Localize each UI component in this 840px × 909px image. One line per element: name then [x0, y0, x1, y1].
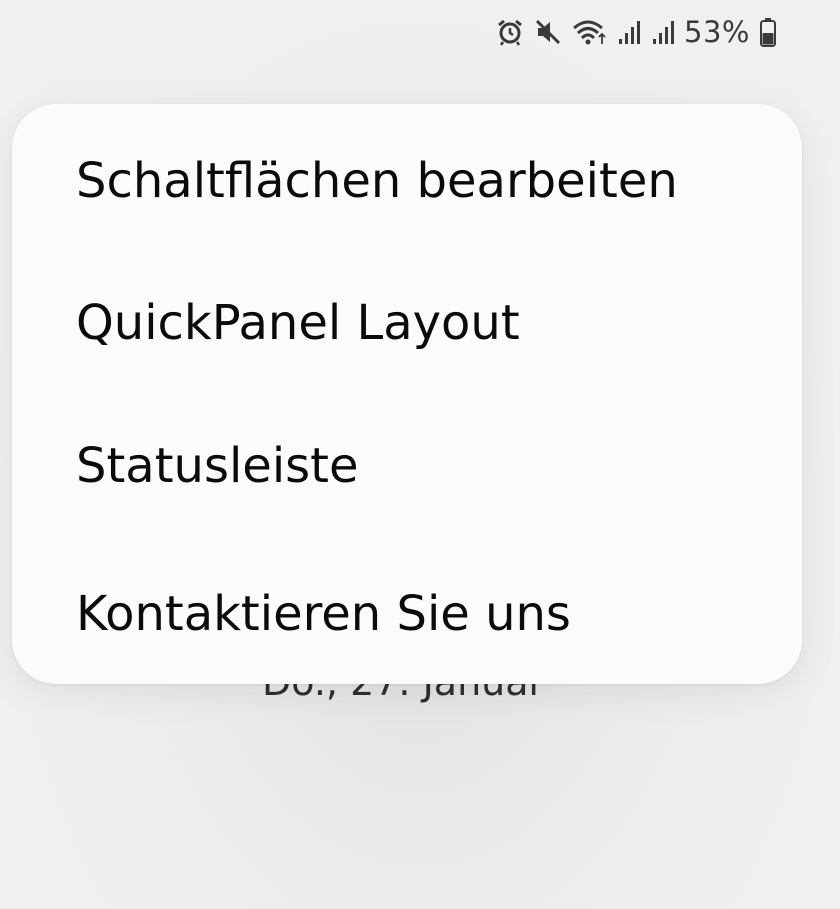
menu-item-edit-buttons[interactable]: Schaltflächen bearbeiten — [12, 116, 802, 246]
status-icons: 53% — [496, 14, 776, 50]
overflow-menu: Schaltflächen bearbeiten QuickPanel Layo… — [12, 104, 802, 684]
menu-item-label: Schaltflächen bearbeiten — [76, 153, 678, 209]
wifi-icon — [572, 18, 608, 46]
battery-percentage: 53% — [684, 15, 750, 49]
battery-icon — [760, 17, 776, 47]
signal-icon — [652, 19, 676, 45]
menu-item-label: Statusleiste — [76, 438, 359, 494]
signal-icon — [618, 19, 642, 45]
menu-item-contact-us[interactable]: Kontaktieren Sie uns — [12, 549, 802, 679]
status-bar: 53% — [0, 0, 840, 64]
menu-item-label: QuickPanel Layout — [76, 295, 520, 351]
alarm-icon — [496, 18, 524, 46]
menu-item-label: Kontaktieren Sie uns — [76, 586, 571, 642]
menu-item-status-bar[interactable]: Statusleiste — [12, 401, 802, 531]
mute-icon — [534, 18, 562, 46]
menu-item-quickpanel-layout[interactable]: QuickPanel Layout — [12, 258, 802, 388]
